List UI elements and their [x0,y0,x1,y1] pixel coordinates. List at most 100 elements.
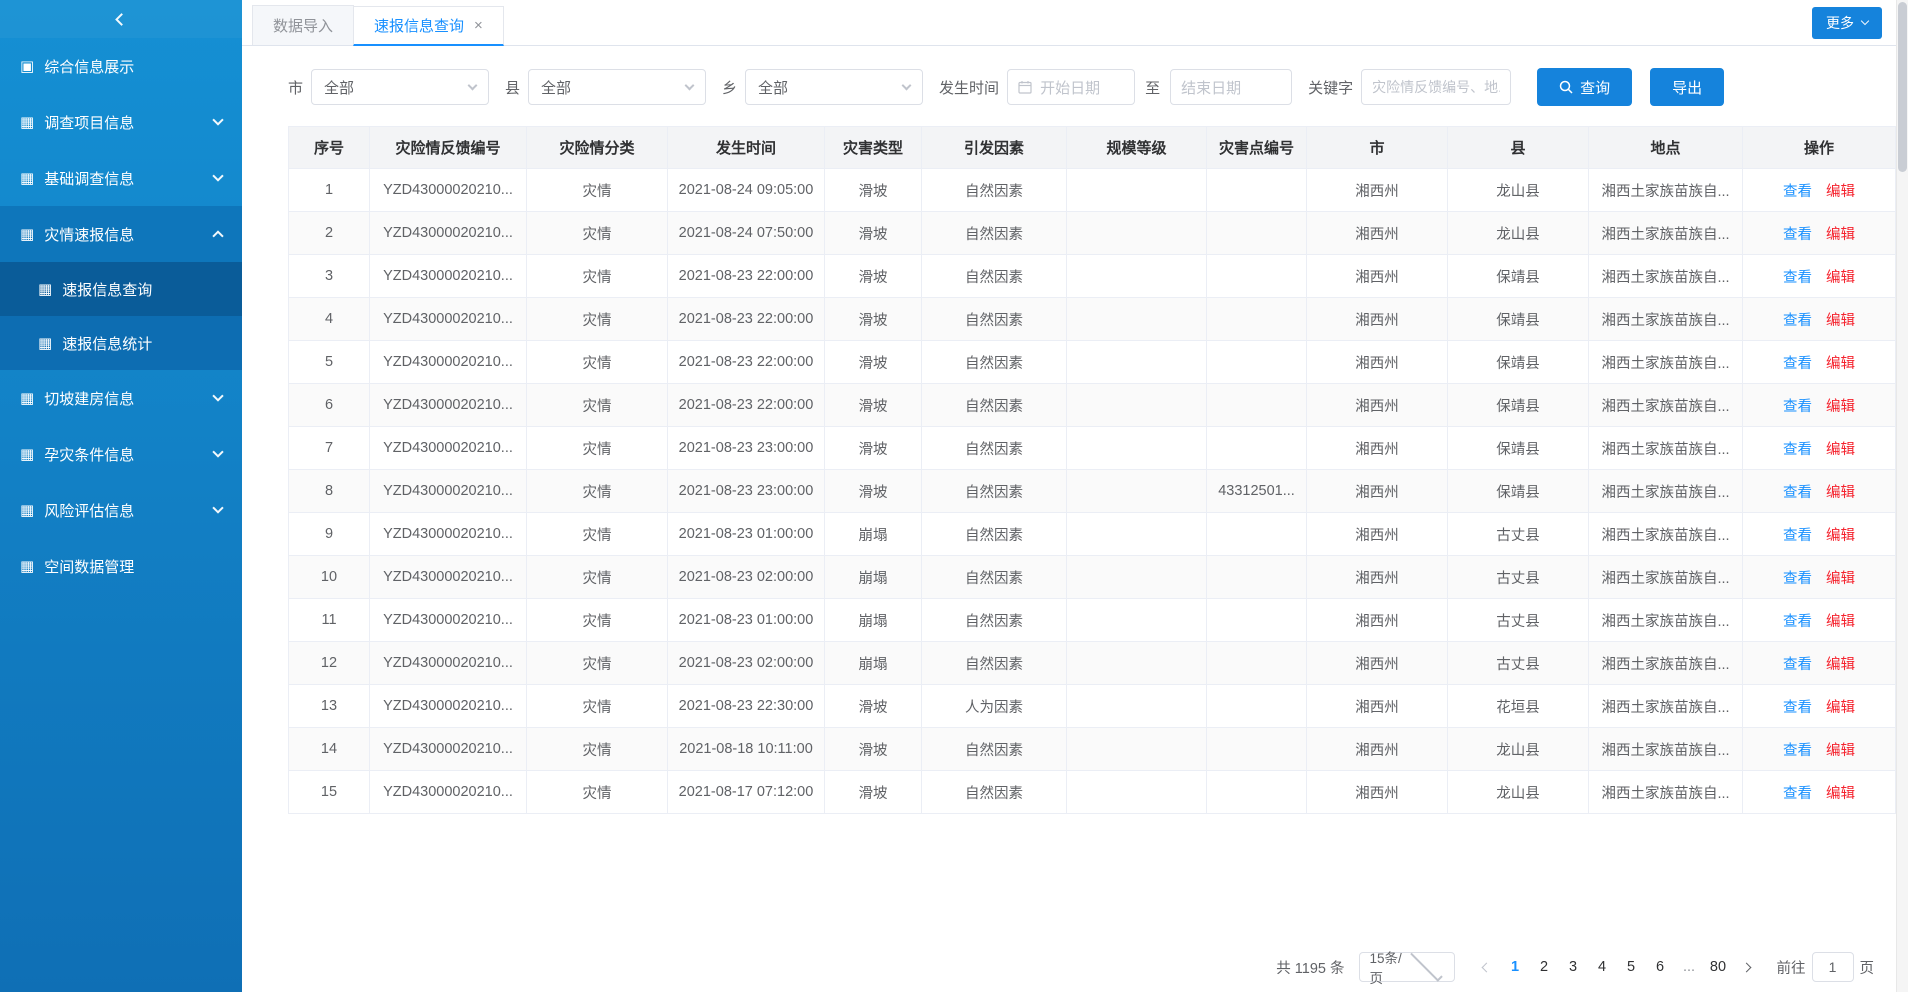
edit-link[interactable]: 编辑 [1826,614,1855,630]
page-size-select[interactable]: 15条/页 [1359,952,1455,982]
view-link[interactable]: 查看 [1783,571,1812,587]
sidebar-item[interactable]: 基础调查信息 [0,150,242,206]
sidebar-collapse-button[interactable] [0,0,242,38]
sidebar-menu: 综合信息展示 调查项目信息 基础调查信息 灾情速报信息 速报信息查询 速报信息统… [0,38,242,594]
town-select[interactable]: 全部 [745,69,923,105]
table-cell: YZD43000020210... [370,384,527,427]
view-link[interactable]: 查看 [1783,442,1812,458]
menu-icon [20,559,34,574]
table-cell: 2021-08-17 07:12:00 [668,771,825,814]
page-number[interactable]: 80 [1704,952,1733,982]
edit-link[interactable]: 编辑 [1826,700,1855,716]
edit-link[interactable]: 编辑 [1826,485,1855,501]
table-header-row: 序号灾险情反馈编号灾险情分类发生时间灾害类型引发因素规模等级灾害点编号市县地点操… [289,127,1896,169]
table-cell [1207,255,1307,298]
view-link[interactable]: 查看 [1783,184,1812,200]
view-link[interactable]: 查看 [1783,313,1812,329]
edit-link[interactable]: 编辑 [1826,528,1855,544]
edit-link[interactable]: 编辑 [1826,356,1855,372]
table-cell: 古丈县 [1448,599,1589,642]
content-panel: 市 全部 县 全部 乡 全部 发生时间 [242,46,1896,992]
table-cell: 6 [289,384,370,427]
page-scrollbar[interactable] [1896,0,1908,992]
tab[interactable]: 速报信息查询 × [353,6,504,46]
city-select[interactable]: 全部 [311,69,489,105]
edit-link[interactable]: 编辑 [1826,442,1855,458]
sidebar-item[interactable]: 空间数据管理 [0,538,242,594]
page-number[interactable]: 3 [1559,952,1588,982]
chevron-left-icon [1482,962,1492,972]
view-link[interactable]: 查看 [1783,786,1812,802]
view-link[interactable]: 查看 [1783,399,1812,415]
table-cell: 古丈县 [1448,513,1589,556]
sidebar-item[interactable]: 切坡建房信息 [0,370,242,426]
edit-link[interactable]: 编辑 [1826,313,1855,329]
table-cell: 湘西州 [1307,298,1448,341]
search-button[interactable]: 查询 [1537,68,1632,106]
county-select[interactable]: 全部 [528,69,706,105]
view-link[interactable]: 查看 [1783,743,1812,759]
edit-link[interactable]: 编辑 [1826,184,1855,200]
table-row: 3YZD43000020210...灾情2021-08-23 22:00:00滑… [289,255,1896,298]
sidebar-item[interactable]: 孕灾条件信息 [0,426,242,482]
view-link[interactable]: 查看 [1783,227,1812,243]
table-cell: 自然因素 [922,298,1067,341]
table-cell-actions: 查看编辑 [1743,556,1896,599]
edit-link[interactable]: 编辑 [1826,786,1855,802]
page-number[interactable]: 6 [1646,952,1675,982]
table-cell: 保靖县 [1448,427,1589,470]
search-button-label: 查询 [1580,77,1610,98]
table-cell: 灾情 [527,513,668,556]
table-cell: 灾情 [527,599,668,642]
edit-link[interactable]: 编辑 [1826,399,1855,415]
table-cell: 保靖县 [1448,255,1589,298]
table-cell: 灾情 [527,470,668,513]
sidebar-item[interactable]: 综合信息展示 [0,38,242,94]
page-number[interactable]: 5 [1617,952,1646,982]
view-link[interactable]: 查看 [1783,356,1812,372]
tab[interactable]: 数据导入 × [252,5,354,45]
export-button[interactable]: 导出 [1650,68,1724,106]
table-cell: 灾情 [527,771,668,814]
table-cell: YZD43000020210... [370,341,527,384]
edit-link[interactable]: 编辑 [1826,270,1855,286]
sidebar-item[interactable]: 风险评估信息 [0,482,242,538]
table-row: 1YZD43000020210...灾情2021-08-24 09:05:00滑… [289,169,1896,212]
table-cell-actions: 查看编辑 [1743,298,1896,341]
view-link[interactable]: 查看 [1783,485,1812,501]
end-date-input[interactable]: 结束日期 [1170,69,1292,105]
edit-link[interactable]: 编辑 [1826,657,1855,673]
sidebar-item[interactable]: 调查项目信息 [0,94,242,150]
sidebar-item[interactable]: 灾情速报信息 [0,206,242,262]
edit-link[interactable]: 编辑 [1826,227,1855,243]
more-button[interactable]: 更多 [1812,7,1882,39]
view-link[interactable]: 查看 [1783,270,1812,286]
next-page-button[interactable] [1733,952,1761,982]
page-number[interactable]: 4 [1588,952,1617,982]
menu-icon [20,447,34,462]
prev-page-button[interactable] [1473,952,1501,982]
sidebar-subitem[interactable]: 速报信息统计 [0,316,242,370]
table-cell: 滑坡 [825,298,922,341]
edit-link[interactable]: 编辑 [1826,571,1855,587]
table-cell: YZD43000020210... [370,599,527,642]
table-cell: 11 [289,599,370,642]
total-count: 共 1195 条 [1276,957,1344,978]
column-header: 灾险情分类 [527,127,668,169]
view-link[interactable]: 查看 [1783,528,1812,544]
keyword-input[interactable] [1361,69,1511,105]
scrollbar-thumb[interactable] [1898,2,1907,172]
sidebar-subitem[interactable]: 速报信息查询 [0,262,242,316]
table-cell: 滑坡 [825,212,922,255]
view-link[interactable]: 查看 [1783,614,1812,630]
menu-label: 调查项目信息 [44,112,214,133]
edit-link[interactable]: 编辑 [1826,743,1855,759]
close-icon[interactable]: × [474,17,483,34]
page-number[interactable]: 2 [1530,952,1559,982]
view-link[interactable]: 查看 [1783,700,1812,716]
goto-page-input[interactable] [1812,952,1854,982]
table-cell: YZD43000020210... [370,169,527,212]
view-link[interactable]: 查看 [1783,657,1812,673]
page-number[interactable]: 1 [1501,952,1530,982]
start-date-input[interactable]: 开始日期 [1007,69,1135,105]
